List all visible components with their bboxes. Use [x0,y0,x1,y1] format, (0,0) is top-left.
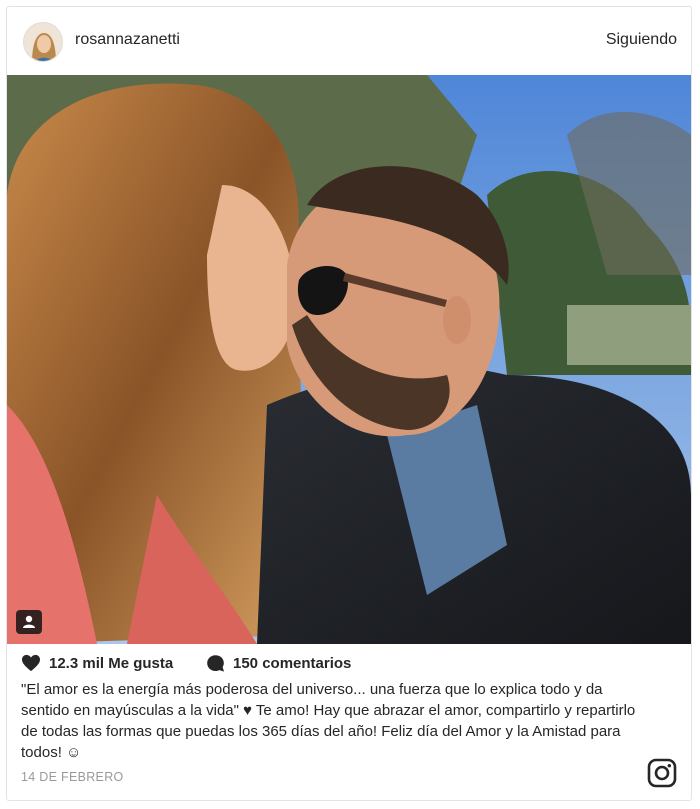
post-header: rosannazanetti Siguiendo [7,7,691,75]
likes-count: 12.3 mil Me gusta [49,654,174,672]
tagged-user-icon [23,615,35,628]
instagram-post-card: rosannazanetti Siguiendo 12.3 mil Me gus… [6,6,692,801]
post-photo[interactable] [7,75,691,644]
comments-count: 150 comentarios [233,655,352,672]
likes-stat[interactable]: 12.3 mil Me gusta [21,654,173,672]
heart-icon [22,654,40,672]
avatar[interactable] [23,22,63,62]
post-stats: 12.3 mil Me gusta 150 comentarios [21,652,681,676]
comment-bubble-icon [207,655,224,672]
post-username[interactable]: rosannazanetti [75,31,180,49]
instagram-logo-icon[interactable] [647,758,677,788]
tagged-people-button[interactable] [16,610,42,634]
comments-stat[interactable]: 150 comentarios [206,654,351,673]
following-button[interactable]: Siguiendo [606,31,677,49]
post-date: 14 DE FEBRERO [21,770,124,784]
post-caption: "El amor es la energía más poderosa del … [21,681,636,761]
